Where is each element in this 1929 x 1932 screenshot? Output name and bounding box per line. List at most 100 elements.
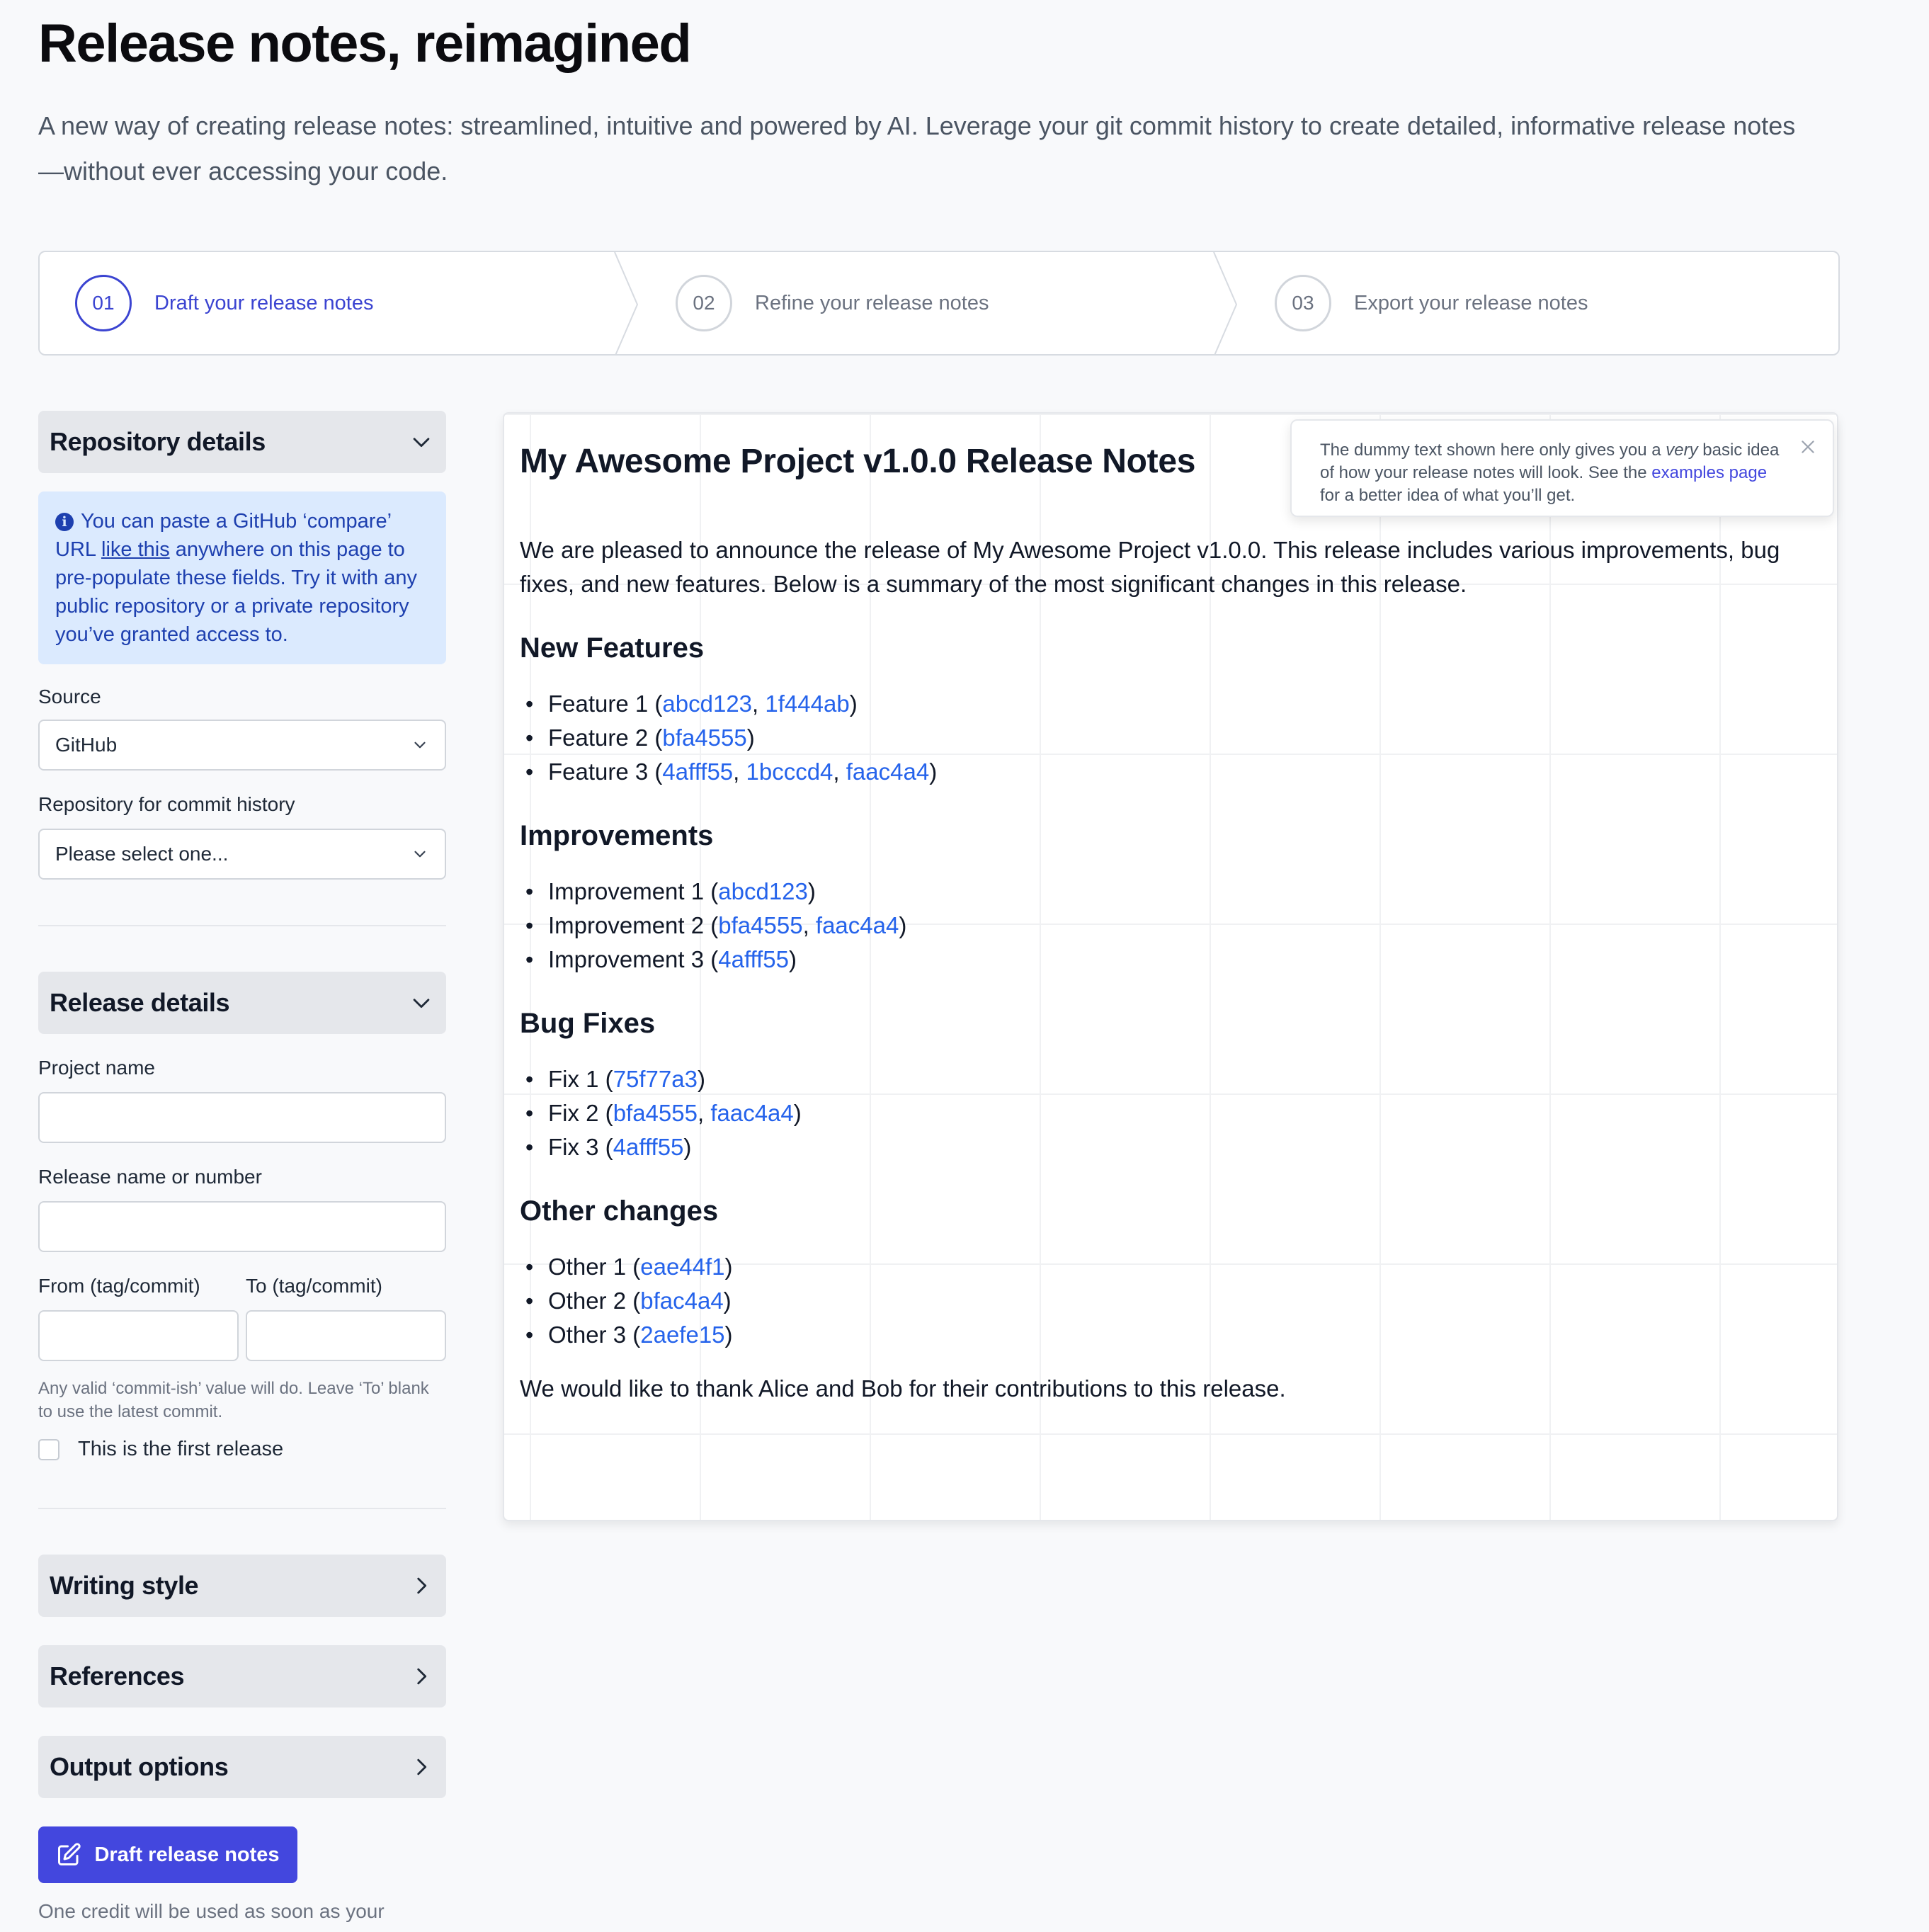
preview-thanks: We would like to thank Alice and Bob for…: [520, 1375, 1286, 1402]
step-number: 03: [1275, 275, 1331, 331]
chevron-right-icon: [417, 1577, 427, 1594]
list-item: Fix 1 (75f77a3): [520, 1062, 1823, 1096]
commit-link[interactable]: faac4a4: [710, 1100, 793, 1126]
release-details-header[interactable]: Release details: [38, 972, 446, 1034]
project-name-label: Project name: [38, 1057, 155, 1079]
list-item: Improvement 2 (bfa4555, faac4a4): [520, 909, 1823, 943]
commit-link[interactable]: 1f444ab: [765, 691, 849, 717]
draft-button-label: Draft release notes: [94, 1843, 280, 1866]
draft-release-notes-button[interactable]: Draft release notes: [38, 1826, 297, 1883]
section-title: Writing style: [50, 1571, 199, 1600]
repository-details-header[interactable]: Repository details: [38, 411, 446, 473]
repository-value: Please select one...: [55, 843, 229, 865]
commit-link[interactable]: 4afff55: [613, 1134, 684, 1160]
info-icon: i: [55, 513, 74, 531]
from-label: From (tag/commit): [38, 1275, 200, 1297]
edit-icon: [58, 1843, 81, 1865]
item-text: Fix 2: [548, 1100, 599, 1126]
release-name-input[interactable]: [38, 1201, 446, 1252]
settings-sidebar: Repository details i You can paste a GitH…: [38, 411, 446, 1923]
commit-link[interactable]: 2aefe15: [640, 1322, 724, 1348]
commit-link[interactable]: abcd123: [662, 691, 752, 717]
preview-section-heading: Bug Fixes: [520, 1008, 656, 1039]
chevron-down-icon: [414, 851, 426, 858]
commit-link[interactable]: faac4a4: [816, 912, 899, 938]
list-item: Improvement 3 (4afff55): [520, 943, 1823, 977]
section-title: Output options: [50, 1752, 229, 1781]
list-item: Other 1 (eae44f1): [520, 1250, 1823, 1284]
item-text: Feature 2: [548, 724, 649, 751]
commit-link[interactable]: 75f77a3: [613, 1066, 698, 1092]
commit-link[interactable]: abcd123: [718, 878, 808, 904]
range-labels: From (tag/commit) To (tag/commit): [38, 1275, 446, 1297]
commit-link[interactable]: faac4a4: [846, 758, 929, 785]
repository-label: Repository for commit history: [38, 793, 295, 815]
source-label: Source: [38, 686, 101, 708]
item-text: Improvement 1: [548, 878, 705, 904]
to-input[interactable]: [246, 1310, 446, 1361]
to-label: To (tag/commit): [246, 1275, 382, 1297]
output-options-header[interactable]: Output options: [38, 1736, 446, 1798]
credit-note: One credit will be used as soon as your: [38, 1900, 385, 1922]
list-item: Feature 1 (abcd123, 1f444ab): [520, 687, 1823, 721]
chevron-down-icon: [414, 741, 426, 749]
preview-section-heading: Other changes: [520, 1195, 719, 1227]
list-item: Fix 3 (4afff55): [520, 1130, 1823, 1164]
item-text: Improvement 3: [548, 946, 705, 972]
step-draft[interactable]: 01 Draft your release notes: [75, 252, 373, 354]
step-separator: [614, 252, 639, 354]
section-title: Repository details: [50, 427, 266, 456]
commit-link[interactable]: eae44f1: [640, 1254, 724, 1280]
commit-link[interactable]: 4afff55: [662, 758, 733, 785]
list-item: Improvement 1 (abcd123): [520, 875, 1823, 909]
step-number: 02: [676, 275, 732, 331]
examples-page-link[interactable]: examples page: [1651, 463, 1767, 482]
source-select[interactable]: GitHub: [38, 720, 446, 771]
commit-link[interactable]: 1bcccd4: [746, 758, 833, 785]
commit-link[interactable]: bfa4555: [613, 1100, 698, 1126]
first-release-label: This is the first release: [78, 1438, 284, 1460]
section-title: Release details: [50, 988, 230, 1017]
from-input[interactable]: [38, 1310, 239, 1361]
repository-select[interactable]: Please select one...: [38, 829, 446, 880]
source-value: GitHub: [55, 734, 118, 756]
references-header[interactable]: References: [38, 1645, 446, 1707]
commit-link[interactable]: 4afff55: [718, 946, 789, 972]
item-text: Improvement 2: [548, 912, 705, 938]
chevron-down-icon: [413, 999, 430, 1008]
item-text: Feature 1: [548, 691, 649, 717]
list-item: Other 2 (bfac4a4): [520, 1284, 1823, 1318]
item-text: Fix 1: [548, 1066, 599, 1092]
page: Release notes, reimagined A new way of c…: [0, 0, 1929, 1932]
progress-stepper: 01 Draft your release notes 02 Refine yo…: [38, 251, 1840, 356]
step-label: Draft your release notes: [154, 291, 374, 314]
item-text: Other 3: [548, 1322, 627, 1348]
tooltip-text: for a better idea of what you’ll get.: [1320, 486, 1576, 505]
first-release-row[interactable]: This is the first release: [38, 1438, 446, 1461]
commit-link[interactable]: bfa4555: [662, 724, 746, 751]
writing-style-header[interactable]: Writing style: [38, 1555, 446, 1617]
item-text: Other 2: [548, 1288, 627, 1314]
list-item: Feature 3 (4afff55, 1bcccd4, faac4a4): [520, 755, 1823, 789]
list-item: Fix 2 (bfa4555, faac4a4): [520, 1096, 1823, 1130]
preview-sections: New Features Feature 1 (abcd123, 1f444ab)…: [520, 632, 1823, 1352]
item-text: Other 1: [548, 1254, 627, 1280]
close-icon[interactable]: [1799, 438, 1817, 456]
preview-section-heading: New Features: [520, 632, 705, 664]
first-release-checkbox[interactable]: [38, 1438, 59, 1460]
list-item: Feature 2 (bfa4555): [520, 721, 1823, 755]
step-number: 01: [75, 275, 132, 331]
chevron-right-icon: [417, 1758, 427, 1775]
preview-section-list: Fix 1 (75f77a3)Fix 2 (bfa4555, faac4a4)F…: [520, 1062, 1823, 1164]
step-export[interactable]: 03 Export your release notes: [1275, 252, 1588, 354]
step-refine[interactable]: 02 Refine your release notes: [676, 252, 989, 354]
project-name-input[interactable]: [38, 1092, 446, 1143]
preview-section-list: Improvement 1 (abcd123)Improvement 2 (bf…: [520, 875, 1823, 977]
commit-link[interactable]: bfac4a4: [640, 1288, 723, 1314]
page-subtitle: A new way of creating release notes: str…: [38, 111, 1796, 186]
example-url-link[interactable]: like this: [101, 538, 170, 561]
step-label: Refine your release notes: [755, 291, 989, 314]
commit-link[interactable]: bfa4555: [718, 912, 802, 938]
commit-hint: Any valid ‘commit-ish’ value will do. Le…: [38, 1379, 429, 1421]
release-notes-preview: My Awesome Project v1.0.0 Release Notes …: [503, 412, 1838, 1521]
